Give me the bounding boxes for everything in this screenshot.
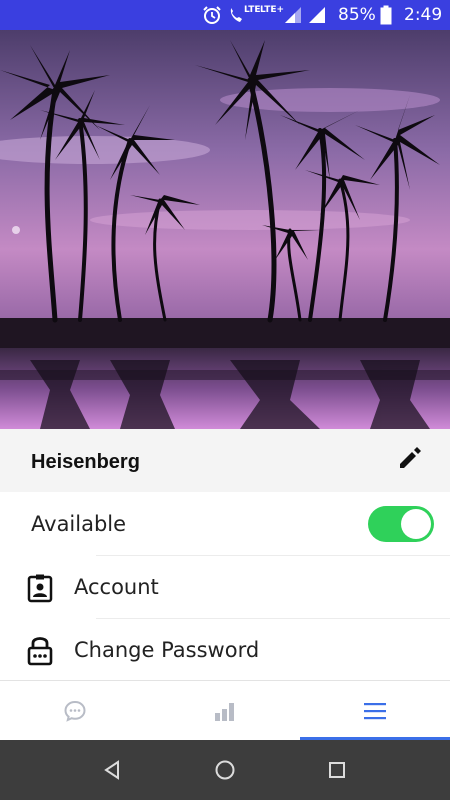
back-button[interactable] [82,740,142,800]
tab-menu[interactable] [300,681,450,741]
edit-profile-button[interactable] [394,442,426,474]
signal-icon [284,0,302,30]
account-row[interactable]: Account [0,556,450,619]
available-toggle[interactable] [368,506,434,542]
bottom-tab-bar [0,680,450,740]
recents-button[interactable] [307,740,367,800]
lock-icon [26,634,56,668]
back-icon [104,760,119,780]
battery-icon [380,0,392,30]
profile-cover-photo [0,30,450,429]
network-type-label: LTE+ [260,5,285,15]
alarm-icon [202,0,222,30]
system-nav-bar [0,740,450,800]
call-network-label: LTE [244,5,261,15]
profile-name-row: Heisenberg [0,429,450,492]
home-button[interactable] [195,740,255,800]
status-bar: LTE LTE+ 85% 2:49 [0,0,450,30]
recents-icon [329,762,345,778]
bar-chart-icon [215,703,234,721]
profile-name: Heisenberg [31,451,140,473]
menu-icon [364,703,386,720]
available-label: Available [31,512,127,536]
home-icon [215,760,235,780]
clock: 2:49 [404,5,443,25]
tab-stats[interactable] [150,681,300,741]
volte-call-icon: LTE [228,0,261,30]
change-password-label: Change Password [74,638,260,662]
toggle-knob [401,509,431,539]
pencil-icon [400,447,421,468]
chat-icon [64,700,86,722]
account-badge-icon [25,573,55,607]
account-label: Account [74,575,159,599]
signal-icon [308,0,326,30]
change-password-row[interactable]: Change Password [0,619,450,682]
tab-chats[interactable] [0,681,150,741]
battery-percent: 85% [338,5,376,25]
